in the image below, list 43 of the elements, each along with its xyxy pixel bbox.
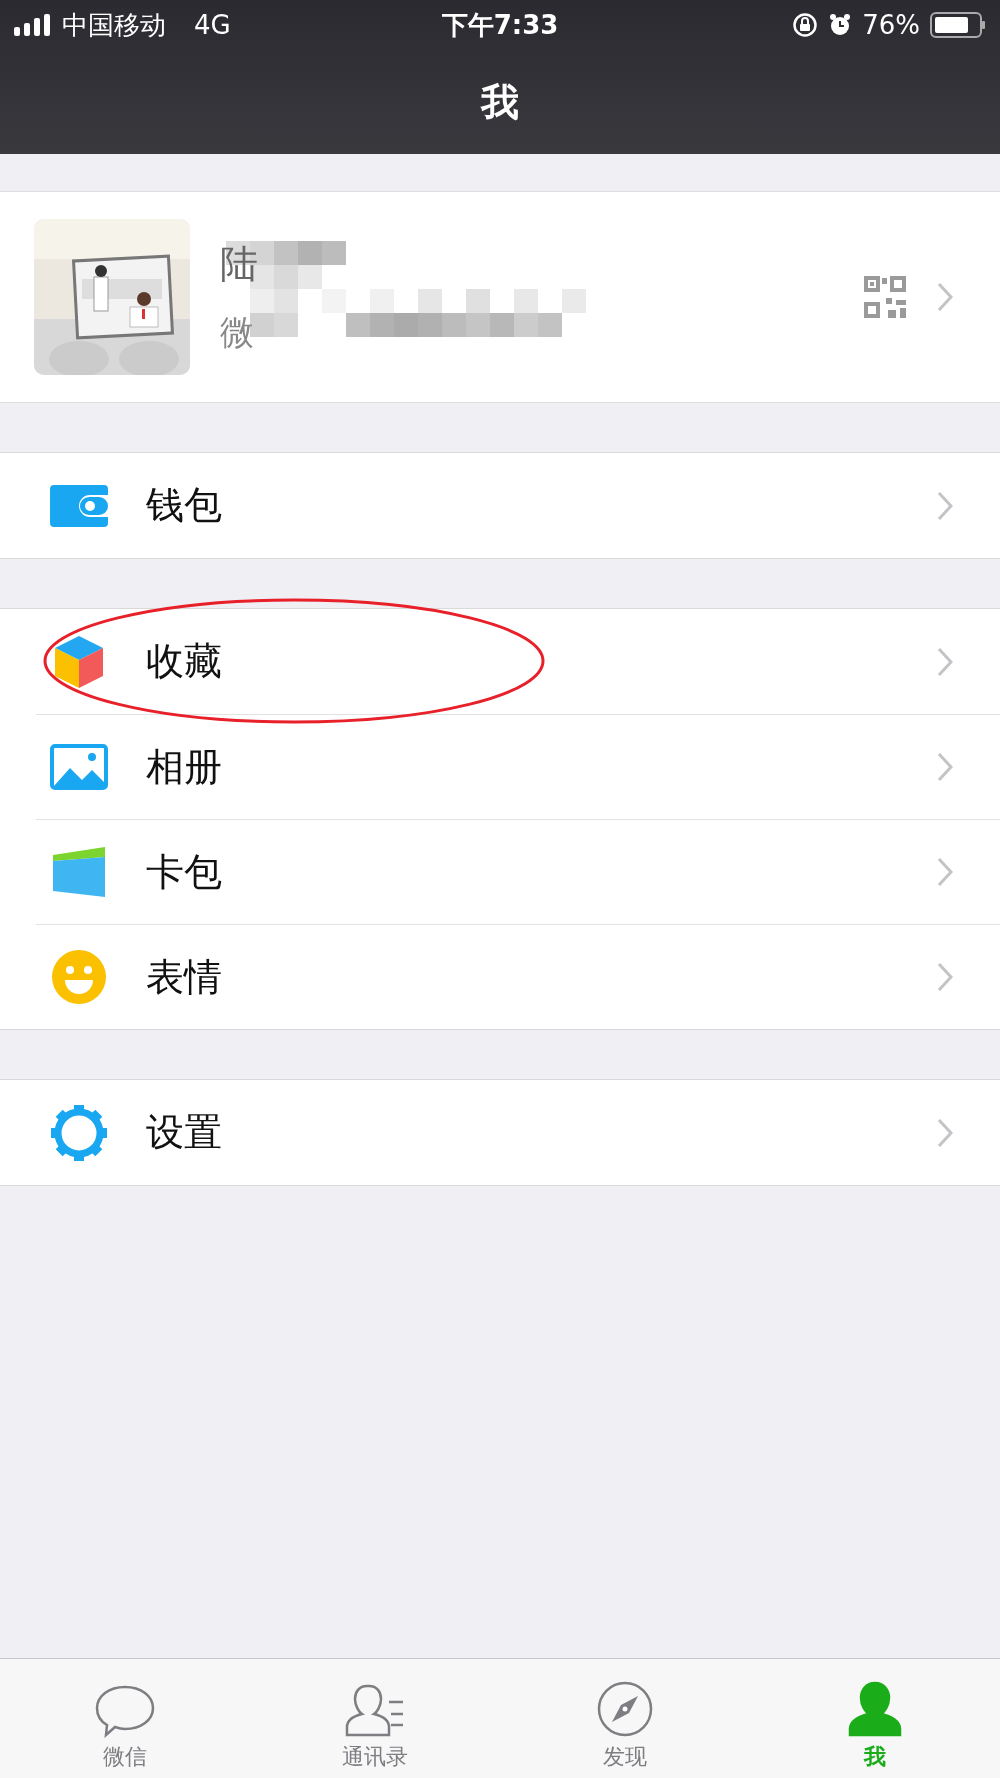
- menu-item[interactable]: 表情: [36, 924, 1000, 1029]
- chat-bubble-icon: [94, 1684, 156, 1738]
- network-type: 4G: [194, 10, 231, 40]
- qr-code-icon: [864, 276, 906, 318]
- chevron-icon: [936, 1116, 954, 1149]
- signal-icon: [14, 14, 52, 36]
- menu-label: 钱包: [146, 482, 223, 529]
- menu-label: 表情: [146, 953, 223, 1001]
- menu-label: 收藏: [146, 638, 223, 685]
- profile-card[interactable]: 陆 微: [0, 191, 1000, 403]
- menu-label: 卡包: [146, 848, 223, 896]
- chevron-icon: [936, 961, 954, 993]
- smiley-icon: [50, 949, 108, 1005]
- settings-icon: [50, 1104, 108, 1161]
- tab[interactable]: 发现: [500, 1659, 750, 1778]
- menu-item[interactable]: 设置: [0, 1080, 1000, 1185]
- chevron-icon: [936, 489, 954, 522]
- wechat-id: 微: [220, 310, 254, 354]
- profile-name: 陆: [220, 240, 258, 288]
- page-title: 我: [481, 78, 519, 126]
- image-icon: [50, 744, 108, 790]
- tab[interactable]: 微信: [0, 1659, 250, 1778]
- person-icon: [846, 1680, 904, 1738]
- compass-icon: [596, 1680, 654, 1738]
- card-icon: [50, 847, 108, 897]
- menu-label: 设置: [146, 1109, 223, 1156]
- menu-item[interactable]: 卡包: [36, 819, 1000, 924]
- chevron-icon: [936, 856, 954, 888]
- chevron-icon: [936, 645, 954, 678]
- rotation-lock-icon: [792, 12, 819, 38]
- chevron-icon: [936, 281, 954, 313]
- alarm-icon: [828, 13, 853, 37]
- battery-percent: 76%: [862, 10, 920, 40]
- battery-icon: [930, 12, 986, 38]
- menu-item[interactable]: 钱包: [0, 453, 1000, 558]
- carrier-name: 中国移动: [62, 8, 166, 42]
- menu-item[interactable]: 收藏: [0, 609, 1000, 714]
- tab[interactable]: 通讯录: [250, 1659, 500, 1778]
- menu-item[interactable]: 相册: [36, 714, 1000, 819]
- chevron-icon: [936, 751, 954, 783]
- status-time: 下午7:33: [441, 8, 559, 42]
- menu-label: 相册: [146, 743, 223, 791]
- wallet-icon: [50, 484, 108, 527]
